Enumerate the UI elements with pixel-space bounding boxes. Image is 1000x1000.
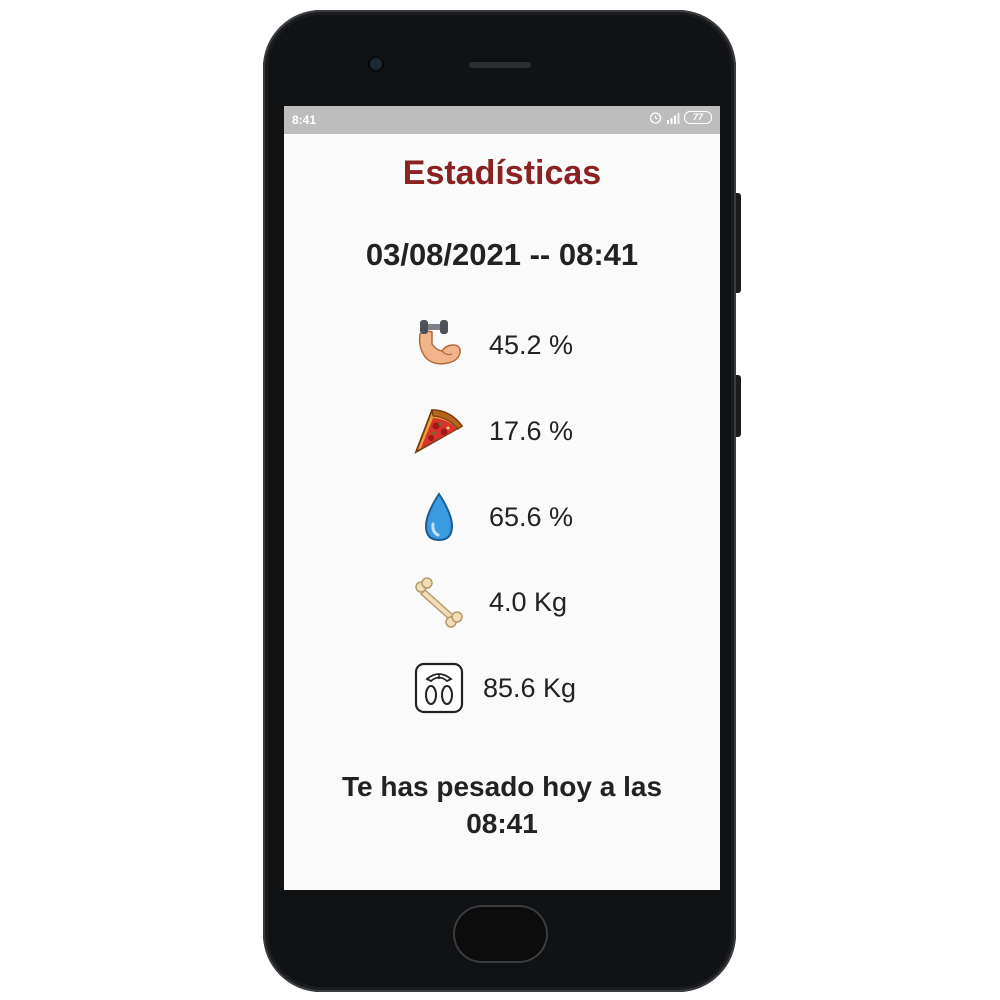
alarm-icon (649, 112, 662, 124)
last-weigh-time: 08:41 (466, 808, 538, 839)
bone-icon (415, 577, 463, 628)
muscle-value: 45.2 % (489, 330, 574, 360)
muscle-dumbbell-icon (418, 320, 461, 365)
power-button[interactable] (736, 193, 741, 293)
last-weigh-message: Te has pesado hoy a las 08:41 (284, 768, 720, 842)
app-screen: 8:41 77 Estadísticas 03/08/2021 -- 08:41 (284, 106, 720, 890)
signal-icon (667, 112, 680, 124)
front-camera (370, 58, 382, 70)
volume-button[interactable] (736, 375, 741, 437)
metric-row-bone: 4.0 Kg (284, 575, 720, 628)
weight-value: 85.6 Kg (483, 673, 577, 703)
scale-icon (414, 662, 464, 714)
metric-row-water: 65.6 % (284, 490, 720, 542)
metric-row-fat: 17.6 % (284, 404, 720, 455)
status-bar: 8:41 77 (284, 106, 720, 134)
pizza-slice-icon (414, 409, 464, 455)
fat-value: 17.6 % (489, 416, 574, 446)
home-button[interactable] (453, 905, 548, 963)
water-value: 65.6 % (489, 502, 574, 532)
status-time: 8:41 (292, 113, 317, 127)
water-drop-icon (424, 492, 454, 542)
metric-row-weight: 85.6 Kg (284, 661, 720, 714)
measurement-datetime: 03/08/2021 -- 08:41 (365, 237, 639, 272)
metric-row-muscle: 45.2 % (284, 318, 720, 368)
battery-icon: 77 (684, 111, 712, 124)
earpiece-speaker (469, 62, 531, 68)
status-icons: 77 (649, 111, 712, 124)
bone-value: 4.0 Kg (489, 587, 568, 617)
page-title: Estadísticas (402, 154, 602, 192)
last-weigh-text: Te has pesado hoy a las (341, 771, 663, 802)
